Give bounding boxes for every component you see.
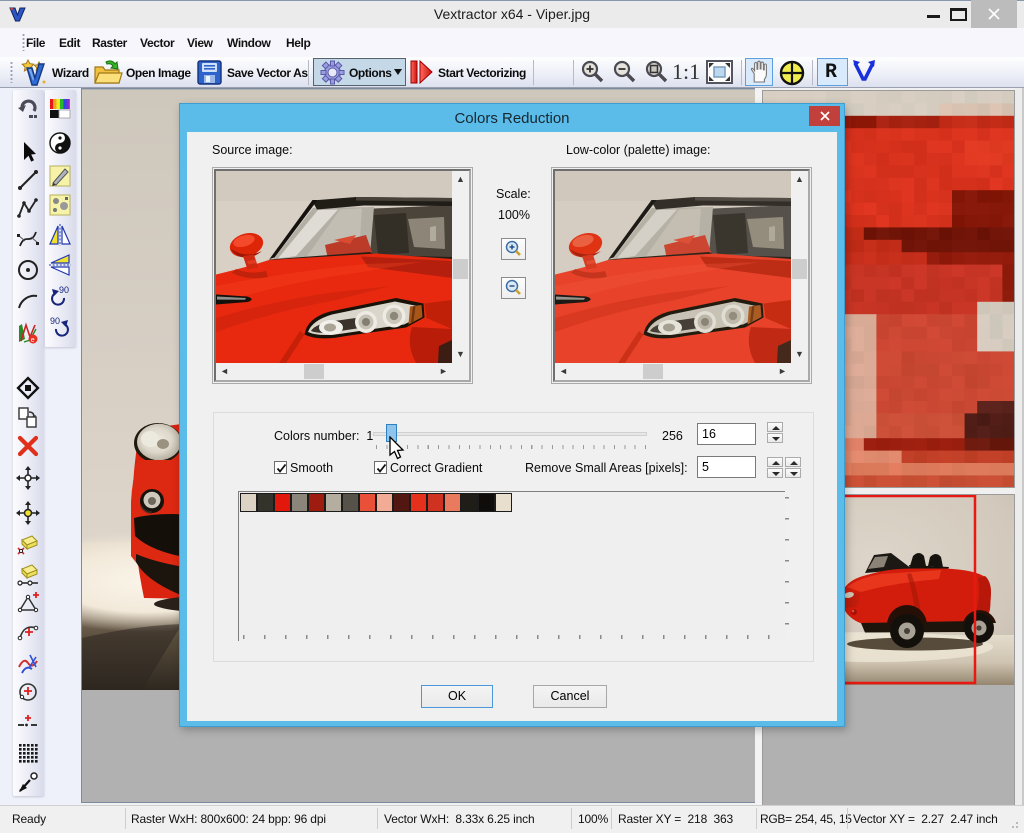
- svg-text:90: 90: [59, 285, 69, 295]
- svg-text:90: 90: [50, 316, 60, 326]
- svg-text:e: e: [31, 337, 35, 344]
